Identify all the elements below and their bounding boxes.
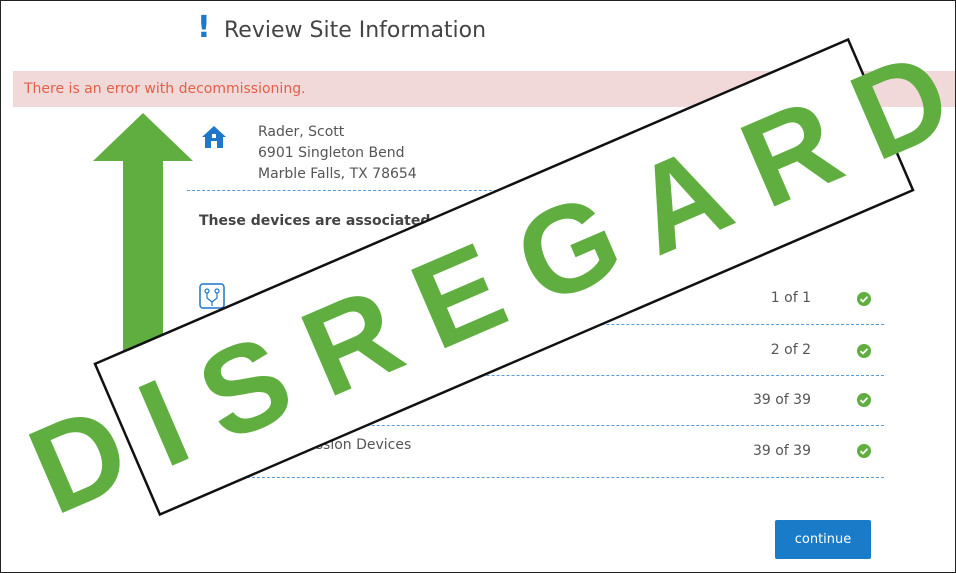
continue-button[interactable]: continue bbox=[775, 520, 871, 559]
up-arrow-icon bbox=[93, 113, 193, 373]
address-divider bbox=[187, 190, 517, 191]
devices-intro: These devices are associated wit bbox=[199, 213, 460, 229]
row-label-4: ommission Devices bbox=[276, 437, 412, 453]
check-icon bbox=[857, 344, 871, 358]
row-divider bbox=[187, 375, 884, 376]
page-frame: ! Review Site Information There is an er… bbox=[0, 0, 956, 573]
row-count-1: 1 of 1 bbox=[770, 290, 811, 306]
site-name: Rader, Scott bbox=[258, 124, 345, 140]
row-divider bbox=[187, 477, 884, 478]
exclamation-icon: ! bbox=[197, 10, 211, 45]
site-street: 6901 Singleton Bend bbox=[258, 145, 405, 161]
row-divider bbox=[187, 324, 884, 325]
device-icon bbox=[199, 283, 225, 309]
check-icon bbox=[857, 444, 871, 458]
check-icon bbox=[857, 292, 871, 306]
site-city: Marble Falls, TX 78654 bbox=[258, 166, 417, 182]
error-banner: There is an error with decommissioning. bbox=[13, 71, 955, 107]
row-count-2: 2 of 2 bbox=[770, 342, 811, 358]
check-icon bbox=[857, 393, 871, 407]
row-count-3: 39 of 39 bbox=[752, 392, 811, 408]
row-count-4: 39 of 39 bbox=[752, 443, 811, 459]
row-divider bbox=[187, 425, 884, 426]
error-message: There is an error with decommissioning. bbox=[24, 81, 306, 97]
page-title: Review Site Information bbox=[224, 18, 487, 43]
home-icon bbox=[202, 126, 226, 148]
